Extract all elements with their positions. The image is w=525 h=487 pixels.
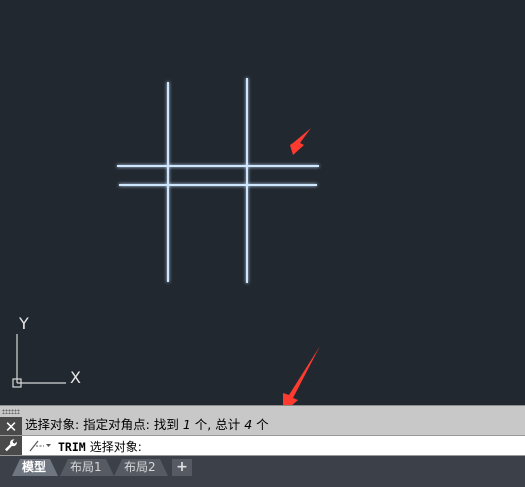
command-history: ✕ 选择对象: 指定对角点: 找到 1 个, 总计 4 个 (0, 405, 525, 437)
command-history-text: 选择对象: 指定对角点: 找到 1 个, 总计 4 个 (25, 414, 269, 433)
close-command-line-button[interactable]: ✕ (0, 417, 22, 437)
current-command-name: TRIM (58, 440, 86, 454)
drawing-lines (117, 78, 319, 283)
red-arrow-command-icon (283, 346, 320, 405)
tab-layout2[interactable]: 布局2 (114, 459, 168, 476)
wrench-icon (5, 439, 17, 452)
command-input[interactable]: TRIM 选择对象: (58, 438, 142, 455)
close-icon: ✕ (4, 418, 18, 436)
ucs-y-label: Y (19, 314, 29, 333)
command-line[interactable]: TRIM 选择对象: (0, 435, 525, 456)
history-prefix: 选择对象: 指定对角点: 找到 (25, 417, 183, 432)
add-layout-button[interactable]: + (172, 459, 192, 476)
drawing-canvas[interactable]: Y X (0, 0, 525, 405)
ucs-icon (12, 334, 66, 388)
grip-handle[interactable] (2, 409, 20, 414)
red-arrow-canvas-icon (290, 128, 311, 155)
tab-layout1[interactable]: 布局1 (60, 459, 114, 476)
found-count: 1 (182, 417, 191, 432)
autocad-window: Y X ✕ 选择对象: 指定对角点: 找到 1 个, 总计 4 个 TRIM 选择… (0, 0, 525, 487)
ucs-x-label: X (70, 368, 81, 387)
drawing-svg (12, 78, 320, 405)
current-command-prompt: 选择对象: (89, 440, 142, 454)
history-mid: 个, 总计 (190, 417, 245, 432)
total-count: 4 (244, 417, 253, 432)
plus-icon: + (176, 459, 188, 475)
annotation-arrows (283, 128, 320, 405)
customize-button[interactable] (0, 436, 22, 455)
tab-model[interactable]: 模型 (12, 459, 58, 476)
history-suffix: 个 (252, 417, 269, 432)
command-prompt-icon[interactable] (28, 439, 54, 453)
layout-tab-bar: 模型 布局1 布局2 + (0, 456, 525, 487)
